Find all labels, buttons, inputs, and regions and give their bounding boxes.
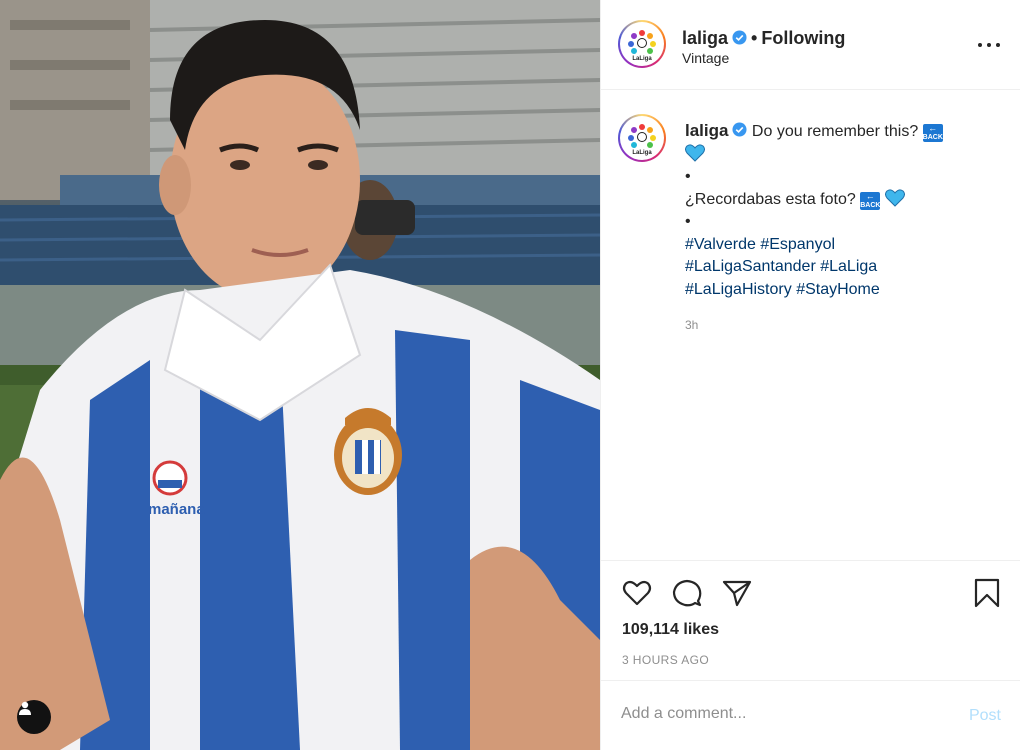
header-username[interactable]: laliga [682,28,728,48]
hashtag-link[interactable]: #StayHome [796,281,880,298]
more-options-button[interactable] [978,36,1000,54]
post-actions: 109,114 likes 3 HOURS AGO [601,560,1020,680]
laliga-logo-icon: LaLiga [628,124,656,156]
share-icon[interactable] [721,577,753,609]
comment-icon[interactable] [671,577,703,609]
comment-bar: Post [601,680,1020,750]
post-timestamp[interactable]: 3 HOURS AGO [622,653,709,667]
back-arrow-icon: ← BACK [922,123,943,142]
laliga-logo-icon: LaLiga [628,30,656,62]
caption-username[interactable]: laliga [685,121,728,140]
blue-heart-icon [884,188,905,207]
more-dots-icon [978,43,982,47]
user-icon [19,701,31,715]
caption-line1: Do you remember this? [751,123,919,140]
hashtag-link[interactable]: #Espanyol [760,236,835,253]
post-photo-illustration: mañana [0,0,600,750]
caption-avatar[interactable]: LaLiga [618,114,666,162]
following-button[interactable]: Following [761,28,845,48]
caption-bullet: • [685,168,691,185]
verified-badge-icon [732,122,747,137]
post-photo[interactable]: mañana [0,0,600,750]
hashtag-link[interactable]: #LaLiga [820,258,877,275]
header-separator: • [751,28,758,48]
location-link[interactable]: Vintage [682,50,729,66]
heart-icon[interactable] [621,577,653,609]
caption-text: laliga Do you remember this? ← BACK • ¿Re… [685,120,995,301]
caption-time: 3h [685,318,699,332]
comment-input[interactable] [621,705,941,723]
avatar[interactable]: LaLiga [618,20,666,68]
bookmark-icon[interactable] [971,577,1003,609]
svg-text:LaLiga: LaLiga [632,150,652,156]
svg-text:mañana: mañana [148,501,205,518]
tagged-users-button[interactable] [17,700,51,734]
post-side-panel: LaLiga laliga • Following Vintage LaLiga… [600,0,1020,750]
header-user-line: laliga • Following [682,28,845,49]
caption-line2: ¿Recordabas esta foto? [685,190,856,208]
back-arrow-icon: ← BACK [860,190,881,210]
svg-text:LaLiga: LaLiga [632,56,652,62]
post-header: LaLiga laliga • Following Vintage [601,0,1020,90]
post-comment-button[interactable]: Post [969,707,1001,725]
hashtag-link[interactable]: #LaLigaSantander [685,258,816,275]
caption-bullet: • [685,213,691,230]
hashtag-link[interactable]: #LaLigaHistory [685,281,792,298]
verified-badge-icon [732,30,747,45]
blue-heart-icon [685,143,705,162]
likes-count[interactable]: 109,114 likes [622,621,719,639]
post-caption: LaLiga laliga Do you remember this? ← BAC… [601,90,1020,560]
hashtag-link[interactable]: #Valverde [685,236,756,253]
